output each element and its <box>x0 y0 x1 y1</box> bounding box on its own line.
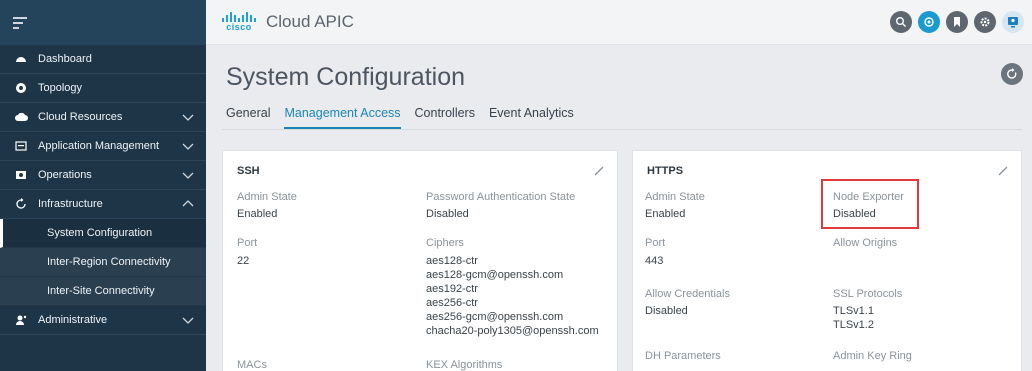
tab-divider <box>222 129 1022 130</box>
admin-state-label: Admin State <box>237 191 297 203</box>
chevron-up-icon <box>182 200 194 207</box>
sidebar-item-label: Dashboard <box>38 53 92 65</box>
refresh-button[interactable] <box>1001 63 1023 85</box>
app-title: Cloud APIC <box>266 12 354 31</box>
sidebar-item-administrative[interactable]: Administrative <box>0 306 206 335</box>
bookmark-icon[interactable] <box>946 11 968 33</box>
search-icon[interactable] <box>890 11 912 33</box>
sidebar-item-label: Infrastructure <box>38 198 103 210</box>
port-value: 22 <box>237 255 250 267</box>
admin-state-value: Enabled <box>645 208 686 220</box>
chevron-down-icon <box>182 114 194 121</box>
page-title: System Configuration <box>226 63 466 91</box>
sidebar-subitem-label: Inter-Region Connectivity <box>47 256 171 268</box>
sidebar-header <box>0 0 206 45</box>
tab-event-analytics[interactable]: Event Analytics <box>489 106 574 129</box>
dh-parameters-label: DH Parameters <box>645 350 721 362</box>
sidebar-item-cloud-resources[interactable]: Cloud Resources <box>0 103 206 132</box>
port-label: Port <box>645 237 666 249</box>
https-card-title: HTTPS <box>647 165 684 177</box>
topology-icon <box>14 81 28 95</box>
sidebar-item-label: Application Management <box>38 140 160 152</box>
ssh-card: SSH Admin State Enabled Password Authent… <box>222 150 618 371</box>
sidebar-item-topology[interactable]: Topology <box>0 74 206 103</box>
port-value: 443 <box>645 255 664 267</box>
ssl-protocol-item: TLSv1.1 <box>833 305 874 317</box>
sidebar-item-operations[interactable]: Operations <box>0 161 206 190</box>
sidebar-item-dashboard[interactable]: Dashboard <box>0 45 206 74</box>
allow-credentials-label: Allow Credentials <box>645 288 730 300</box>
cipher-item: chacha20-poly1305@openssh.com <box>426 325 599 337</box>
toolbar-icons <box>890 11 1024 33</box>
ciphers-label: Ciphers <box>426 237 464 249</box>
cisco-logo: cisco <box>222 12 256 32</box>
user-monitor-icon[interactable] <box>1002 11 1024 33</box>
macs-label: MACs <box>237 359 267 371</box>
sidebar-subitem-inter-site-connectivity[interactable]: Inter-Site Connectivity <box>0 277 206 306</box>
sidebar-item-application-management[interactable]: Application Management <box>0 132 206 161</box>
cipher-item: aes192-ctr <box>426 283 478 295</box>
ssh-card-title: SSH <box>237 165 260 177</box>
sidebar-item-label: Administrative <box>38 314 108 326</box>
cloud-icon <box>14 110 28 124</box>
admin-key-ring-label: Admin Key Ring <box>833 350 912 362</box>
allow-origins-label: Allow Origins <box>833 237 898 249</box>
tab-management-access[interactable]: Management Access <box>284 106 401 129</box>
gear-icon[interactable] <box>974 11 996 33</box>
application-icon <box>14 139 28 153</box>
tab-controllers[interactable]: Controllers <box>415 106 475 129</box>
sidebar: Dashboard Topology Cloud Resources Appli… <box>0 0 206 371</box>
refresh-icon <box>1007 68 1017 79</box>
top-bar: cisco Cloud APIC <box>206 0 1032 45</box>
node-exporter-highlight <box>821 179 919 229</box>
menu-toggle-icon[interactable] <box>12 16 28 30</box>
sidebar-item-label: Operations <box>38 169 92 181</box>
edit-https-icon[interactable] <box>997 165 1009 177</box>
chevron-down-icon <box>182 143 194 150</box>
sidebar-subitem-label: System Configuration <box>47 227 153 239</box>
ssl-protocols-label: SSL Protocols <box>833 288 903 300</box>
admin-state-label: Admin State <box>645 191 705 203</box>
chevron-down-icon <box>182 172 194 179</box>
infrastructure-icon <box>14 197 28 211</box>
ssl-protocol-item: TLSv1.2 <box>833 319 874 331</box>
password-auth-label: Password Authentication State <box>426 191 576 203</box>
admin-state-value: Enabled <box>237 208 278 220</box>
sidebar-subitem-label: Inter-Site Connectivity <box>47 285 155 297</box>
cipher-item: aes256-ctr <box>426 297 478 309</box>
sidebar-item-infrastructure[interactable]: Infrastructure <box>0 190 206 219</box>
https-card: HTTPS Admin State Enabled Node Exporter … <box>632 150 1022 371</box>
admin-icon <box>14 313 28 327</box>
cipher-item: aes128-gcm@openssh.com <box>426 269 564 281</box>
operations-icon <box>14 168 28 182</box>
password-auth-value: Disabled <box>426 208 469 220</box>
node-exporter-value: Disabled <box>833 208 876 220</box>
sidebar-item-label: Topology <box>38 82 83 94</box>
tab-general[interactable]: General <box>226 106 270 129</box>
chevron-down-icon <box>182 317 194 324</box>
intersight-icon[interactable] <box>918 11 940 33</box>
port-label: Port <box>237 237 258 249</box>
dashboard-icon <box>14 52 28 66</box>
sidebar-subitem-system-configuration[interactable]: System Configuration <box>0 219 206 248</box>
cipher-item: aes256-gcm@openssh.com <box>426 311 564 323</box>
allow-credentials-value: Disabled <box>645 305 688 317</box>
edit-ssh-icon[interactable] <box>593 165 605 177</box>
kex-algorithms-label: KEX Algorithms <box>426 359 503 371</box>
sidebar-subitem-inter-region-connectivity[interactable]: Inter-Region Connectivity <box>0 248 206 277</box>
node-exporter-label: Node Exporter <box>833 191 904 203</box>
cipher-item: aes128-ctr <box>426 255 478 267</box>
tab-bar: General Management Access Controllers Ev… <box>226 106 588 129</box>
sidebar-item-label: Cloud Resources <box>38 111 123 123</box>
logo-text: cisco <box>226 22 252 32</box>
